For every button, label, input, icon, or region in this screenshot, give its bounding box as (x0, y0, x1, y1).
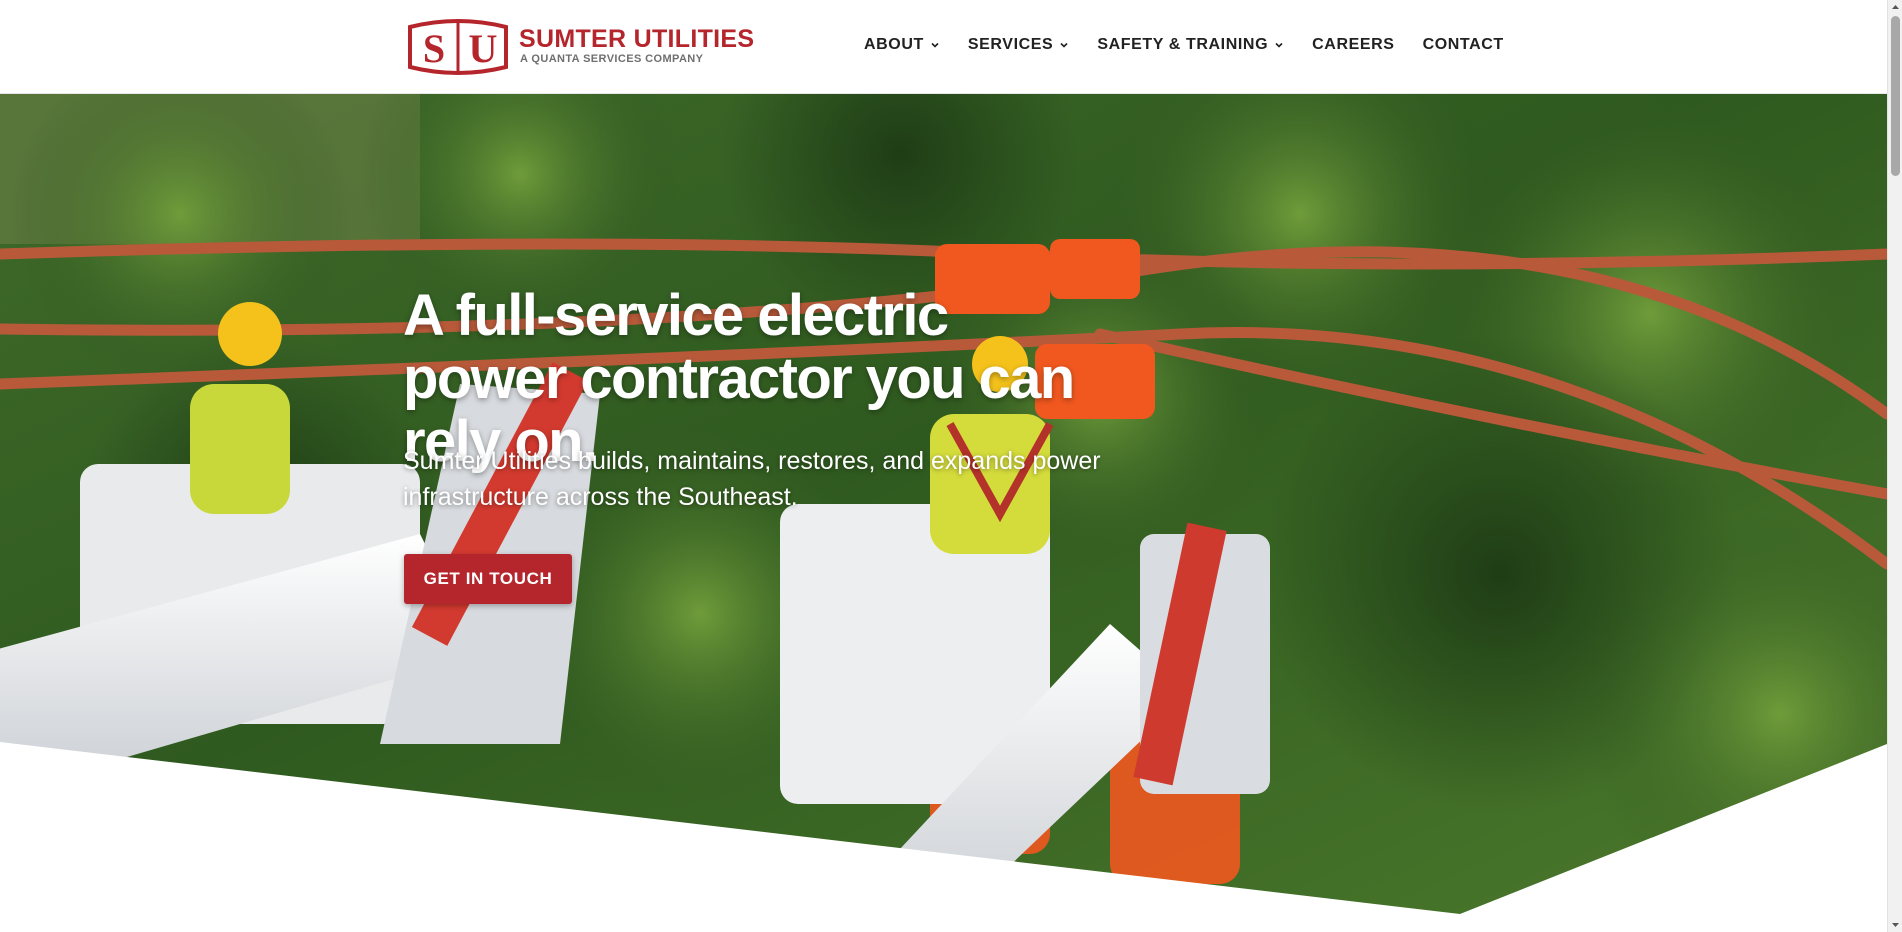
nav-careers-label: CAREERS (1312, 36, 1395, 53)
hero-section: A full-service electric power contractor… (0, 94, 1887, 932)
scrollbar-thumb[interactable] (1891, 16, 1900, 176)
su-logo-icon: S U (408, 19, 508, 75)
nav-contact-label: CONTACT (1422, 36, 1504, 53)
nav-services-label: SERVICES (967, 36, 1054, 53)
nav-safety-training[interactable]: SAFETY & TRAINING (1097, 36, 1284, 54)
brand-tagline: A QUANTA SERVICES COMPANY (520, 53, 704, 65)
nav-services[interactable]: SERVICES (968, 36, 1069, 54)
chevron-down-icon (1275, 42, 1283, 48)
nav-safety-label: SAFETY & TRAINING (1097, 36, 1269, 53)
get-in-touch-button[interactable]: GET IN TOUCH (404, 554, 572, 604)
main-nav: ABOUT SERVICES SAFETY & TRAINING CAREERS… (864, 36, 1504, 54)
scroll-down-arrow-icon[interactable] (1888, 917, 1902, 932)
site-header: S U SUMTER UTILITIES A QUANTA SERVICES C… (0, 0, 1887, 94)
brand-name: SUMTER UTILITIES (519, 25, 755, 53)
chevron-down-icon (931, 42, 939, 48)
chevron-down-icon (1060, 42, 1068, 48)
svg-text:U: U (469, 26, 498, 71)
nav-contact[interactable]: CONTACT (1423, 36, 1504, 54)
svg-text:S: S (423, 26, 445, 71)
page-scrollbar[interactable] (1887, 0, 1902, 932)
nav-about-label: ABOUT (864, 36, 924, 53)
nav-careers[interactable]: CAREERS (1312, 36, 1394, 54)
scroll-up-arrow-icon[interactable] (1888, 0, 1902, 15)
site-logo[interactable]: S U SUMTER UTILITIES A QUANTA SERVICES C… (406, 17, 755, 77)
nav-about[interactable]: ABOUT (864, 36, 940, 54)
hero-subheadline: Sumter Utilities builds, maintains, rest… (403, 447, 1101, 511)
